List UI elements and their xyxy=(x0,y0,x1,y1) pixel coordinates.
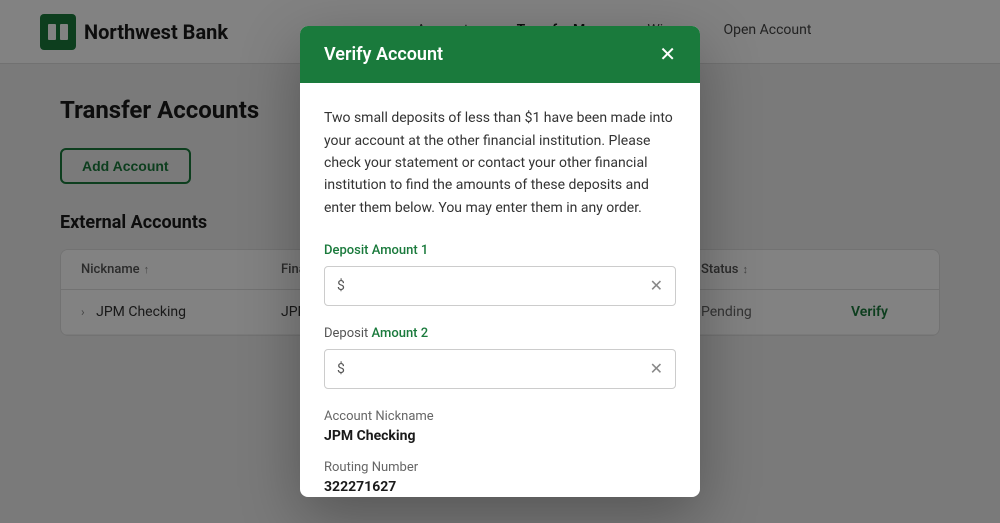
deposit-amount-1-label: Deposit Amount 1 xyxy=(324,243,676,258)
currency-prefix-1: $ xyxy=(337,278,345,294)
routing-number-label: Routing Number xyxy=(324,460,676,475)
account-nickname-value: JPM Checking xyxy=(324,428,676,444)
clear-deposit-2-button[interactable]: ✕ xyxy=(650,359,663,379)
modal-title: Verify Account xyxy=(324,44,443,65)
modal-body: Two small deposits of less than $1 have … xyxy=(300,83,700,497)
account-nickname-label: Account Nickname xyxy=(324,409,676,424)
modal-overlay: Verify Account ✕ Two small deposits of l… xyxy=(0,0,1000,523)
deposit-amount-1-input[interactable] xyxy=(351,278,650,294)
deposit-amount-2-group: Deposit Amount 2 $ ✕ xyxy=(324,326,676,389)
account-nickname-section: Account Nickname JPM Checking xyxy=(324,409,676,444)
deposit-amount-1-group: Deposit Amount 1 $ ✕ xyxy=(324,243,676,306)
modal-header: Verify Account ✕ xyxy=(300,26,700,83)
deposit-amount-2-input-wrapper: $ ✕ xyxy=(324,349,676,389)
deposit-amount-2-input[interactable] xyxy=(351,361,650,377)
clear-deposit-1-button[interactable]: ✕ xyxy=(650,276,663,296)
modal-description: Two small deposits of less than $1 have … xyxy=(324,107,676,219)
deposit-amount-1-input-wrapper: $ ✕ xyxy=(324,266,676,306)
modal-close-button[interactable]: ✕ xyxy=(659,45,676,65)
currency-prefix-2: $ xyxy=(337,361,345,377)
routing-number-value: 322271627 xyxy=(324,479,676,495)
verify-account-modal: Verify Account ✕ Two small deposits of l… xyxy=(300,26,700,497)
deposit-amount-2-label: Deposit Amount 2 xyxy=(324,326,676,341)
routing-number-section: Routing Number 322271627 xyxy=(324,460,676,495)
